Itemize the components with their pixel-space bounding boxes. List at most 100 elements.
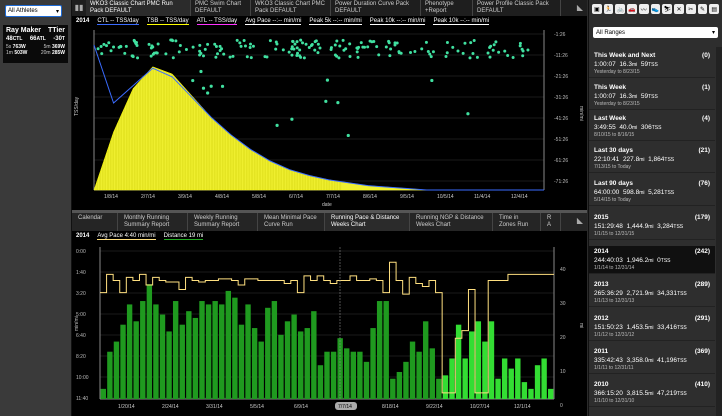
distance-bar [113,341,120,399]
range-item[interactable]: 2014 (242) 244:40:03 1,946.2mi 0TSS 1/1/14 … [589,246,715,274]
y-tick-right: -41:26 [554,116,568,122]
range-item[interactable]: Last 90 days (76) 64:00:00 598.8mi 5,281TS… [589,178,715,206]
tab-mid-5[interactable]: Running NGP & Distance Weeks Chart [410,213,493,231]
pace-point [506,53,510,57]
pace-point [295,40,299,44]
pace-point [387,41,391,45]
pace-point [170,38,174,42]
tab-mid-4[interactable]: Running Pace & Distance Weeks Chart [325,213,410,231]
x-axis-title: date [322,202,332,208]
distance-bar [278,334,284,399]
swim-icon[interactable]: 〰 [638,4,649,14]
tab-top-0[interactable]: WKO3 Classic Chart PMC Run Pack DEFAULT [86,0,191,16]
stats-icon[interactable]: ▤ [709,4,720,14]
range-item[interactable]: Last 30 days (21) 22:10:41 227.8mi 1,864TS… [589,145,715,173]
distance-bar [528,388,534,399]
pace-point [429,55,433,59]
tab-mid-0[interactable]: Calendar [72,213,118,231]
pen-icon[interactable]: ✎ [697,4,708,14]
y-tick-right: 20 [560,335,566,341]
car-icon[interactable]: 🚗 [627,4,637,14]
pace-point [239,44,243,48]
tab-mid-3[interactable]: Mean Minimal Pace Curve Run [258,213,325,231]
distance-bar [501,358,508,399]
range-scrollbar[interactable] [716,47,722,416]
pace-point [342,48,346,52]
pace-point [356,46,360,50]
range-title: This Week [594,84,627,91]
y-tick-right: -31:26 [554,95,568,101]
range-title: 2010 [594,381,609,388]
pace-point [420,47,424,51]
pace-point [316,42,320,46]
x-tick-label: 7/7/14 [326,194,340,200]
pace-point [461,51,465,55]
pace-point [130,54,134,58]
tab-top-3[interactable]: Power Duration Curve Pack DEFAULT [331,0,421,16]
pace-point [475,55,479,59]
window-icon[interactable]: ▣ [592,4,602,14]
distance-bar [317,365,324,399]
tab-mid-1[interactable]: Monthly Running Summary Report [118,213,188,231]
x-tick-label: 9/5/14 [400,194,414,200]
chart-library-icon[interactable]: ▮▮ [72,0,86,14]
distance-bar [534,365,541,399]
tab-top-1[interactable]: PMC Swim Chart DEFAULT [191,0,251,16]
pace-point [389,47,393,51]
y-tick-left: 6:40 [76,333,86,339]
pace-point [368,39,372,43]
expand-icon[interactable]: ◣ [573,0,587,14]
range-item[interactable]: 2013 (289) 265:36:29 2,721.9mi 34,331TSS 1/… [589,279,715,307]
pace-point [341,38,345,42]
tab-mid-7[interactable]: R A [541,213,561,231]
athlete-panel: All Athletes ▾ Ray Maker TTier 48CTL 66A… [0,0,72,416]
tab-mid-6[interactable]: Time in Zones Run [493,213,541,231]
range-title: 2015 [594,214,609,221]
scissors-icon[interactable]: ✂ [685,4,696,14]
distance-bar [429,348,435,399]
tab-top-2[interactable]: WKO3 Classic Chart PMC Pack DEFAULT [251,0,331,16]
pace-point [263,55,267,59]
x-tick-label: 2/7/14 [141,194,155,200]
range-item[interactable]: 2010 (410) 366:15:20 3,815.5mi 47,219TSS 1/… [589,379,715,407]
range-count: (410) [694,381,710,388]
range-stats: 1:00:07 16.3mi 59TSS [594,61,658,68]
distance-bar [271,301,278,399]
tools-icon[interactable]: ✕ [674,4,684,14]
tab-top-5[interactable]: Power Profile Classic Pack DEFAULT [473,0,561,16]
athlete-select[interactable]: All Athletes ▾ [5,5,62,17]
pace-point [136,56,140,60]
pace-point [249,56,253,60]
tab-mid-2[interactable]: Weekly Running Summary Report [188,213,258,231]
pmc-chart[interactable]: 2014 CTL -- TSS/day TSB -- TSS/day ATL -… [72,16,587,210]
distance-bar [140,301,146,399]
pace-distance-chart[interactable]: 2014 Avg Pace 4:40 min/mi Distance 19 mi… [72,231,587,416]
distance-bar [344,348,350,399]
range-item[interactable]: This Week and Next (0) 1:00:07 16.3mi 59TS… [589,50,715,78]
range-item[interactable]: 2011 (369) 335:42:43 3,358.0mi 41,196TSS 1/… [589,346,715,374]
run-icon[interactable]: 🏃 [603,4,614,14]
range-item[interactable]: Last Week (4) 3:49:55 40.0mi 306TSS 8/10/15… [589,113,715,141]
pace-point [503,49,507,53]
athlete-card[interactable]: Ray Maker TTier 48CTL 66ATL -30T 5s 763W… [3,25,68,63]
distance-bar [376,301,383,399]
range-count: (0) [702,52,710,59]
expand-icon-bottom[interactable]: ◣ [573,213,587,227]
pace-point [395,41,399,45]
bike-icon[interactable]: 🚲 [615,4,626,14]
pace-point [275,42,279,46]
tab-top-4[interactable]: Phenotype +Report [421,0,473,16]
range-item[interactable]: This Week (1) 1:00:07 16.3mi 59TSS Yesterda… [589,82,715,110]
range-item[interactable]: 2012 (291) 151:50:23 1,453.5mi 33,416TSS 1/… [589,313,715,341]
pace-point [274,47,278,51]
distance-bar [304,328,310,399]
distance-bar [488,321,495,399]
pace-point [231,54,235,58]
ski-icon[interactable]: ⛷ [662,4,673,14]
range-item[interactable]: 2015 (179) 151:29:48 1,444.9mi 3,284TSS 1/1… [589,212,715,240]
range-stats: 3:49:55 40.0mi 306TSS [594,124,662,131]
range-filter-select[interactable]: All Ranges ▾ [593,27,718,38]
shoe-icon[interactable]: 👟 [650,4,661,14]
distance-bar [455,324,462,399]
athlete-tier: TTier [48,27,65,34]
